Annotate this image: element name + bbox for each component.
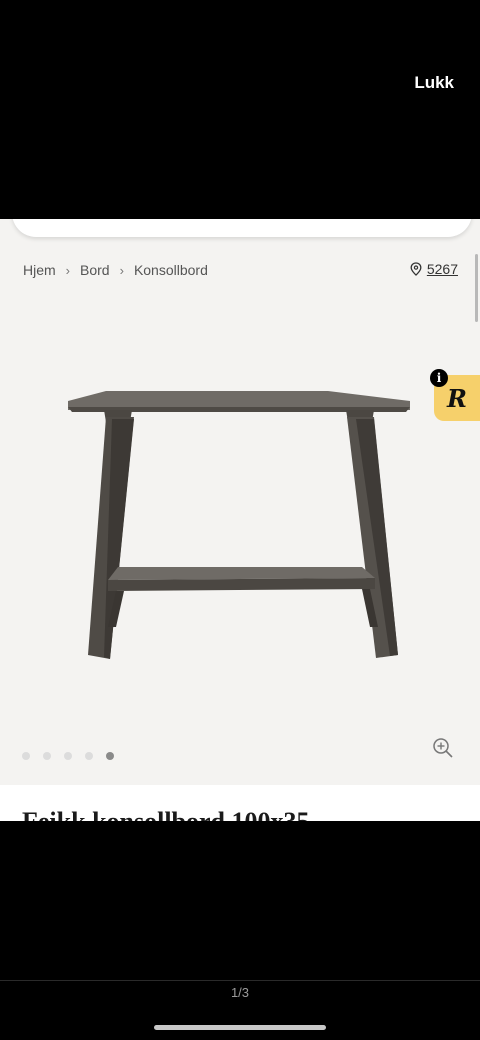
store-selector[interactable]: 5267 <box>410 261 458 277</box>
gallery-dot[interactable] <box>85 752 93 760</box>
product-image-viewer: Hjem › Bord › Konsollbord 5267 R i <box>0 219 480 821</box>
divider <box>0 980 480 981</box>
close-button[interactable]: Lukk <box>408 72 460 94</box>
home-indicator[interactable] <box>154 1025 326 1030</box>
breadcrumb-bord[interactable]: Bord <box>80 262 110 278</box>
chevron-right-icon: › <box>65 262 71 278</box>
gallery-dot[interactable] <box>64 752 72 760</box>
breadcrumb-konsollbord[interactable]: Konsollbord <box>134 262 208 278</box>
search-bar[interactable] <box>12 219 472 237</box>
location-pin-icon <box>410 262 422 276</box>
scrollbar[interactable] <box>475 254 478 322</box>
page-counter: 1/3 <box>230 985 250 1000</box>
breadcrumb-home[interactable]: Hjem <box>23 262 56 278</box>
r-logo-icon: R <box>447 383 467 413</box>
gallery-dot[interactable] <box>22 752 30 760</box>
gallery-dot-active[interactable] <box>106 752 114 760</box>
info-icon[interactable]: i <box>430 369 448 387</box>
zoom-in-icon[interactable] <box>432 737 454 759</box>
gallery-dot[interactable] <box>43 752 51 760</box>
product-info-section: Feikk konsollbord 100x35 <box>0 785 480 821</box>
breadcrumb: Hjem › Bord › Konsollbord <box>23 262 208 278</box>
product-title: Feikk konsollbord 100x35 <box>22 807 310 821</box>
store-number[interactable]: 5267 <box>427 261 458 277</box>
product-image <box>68 391 410 659</box>
gallery-pagination <box>22 752 114 760</box>
chevron-right-icon: › <box>119 262 124 278</box>
